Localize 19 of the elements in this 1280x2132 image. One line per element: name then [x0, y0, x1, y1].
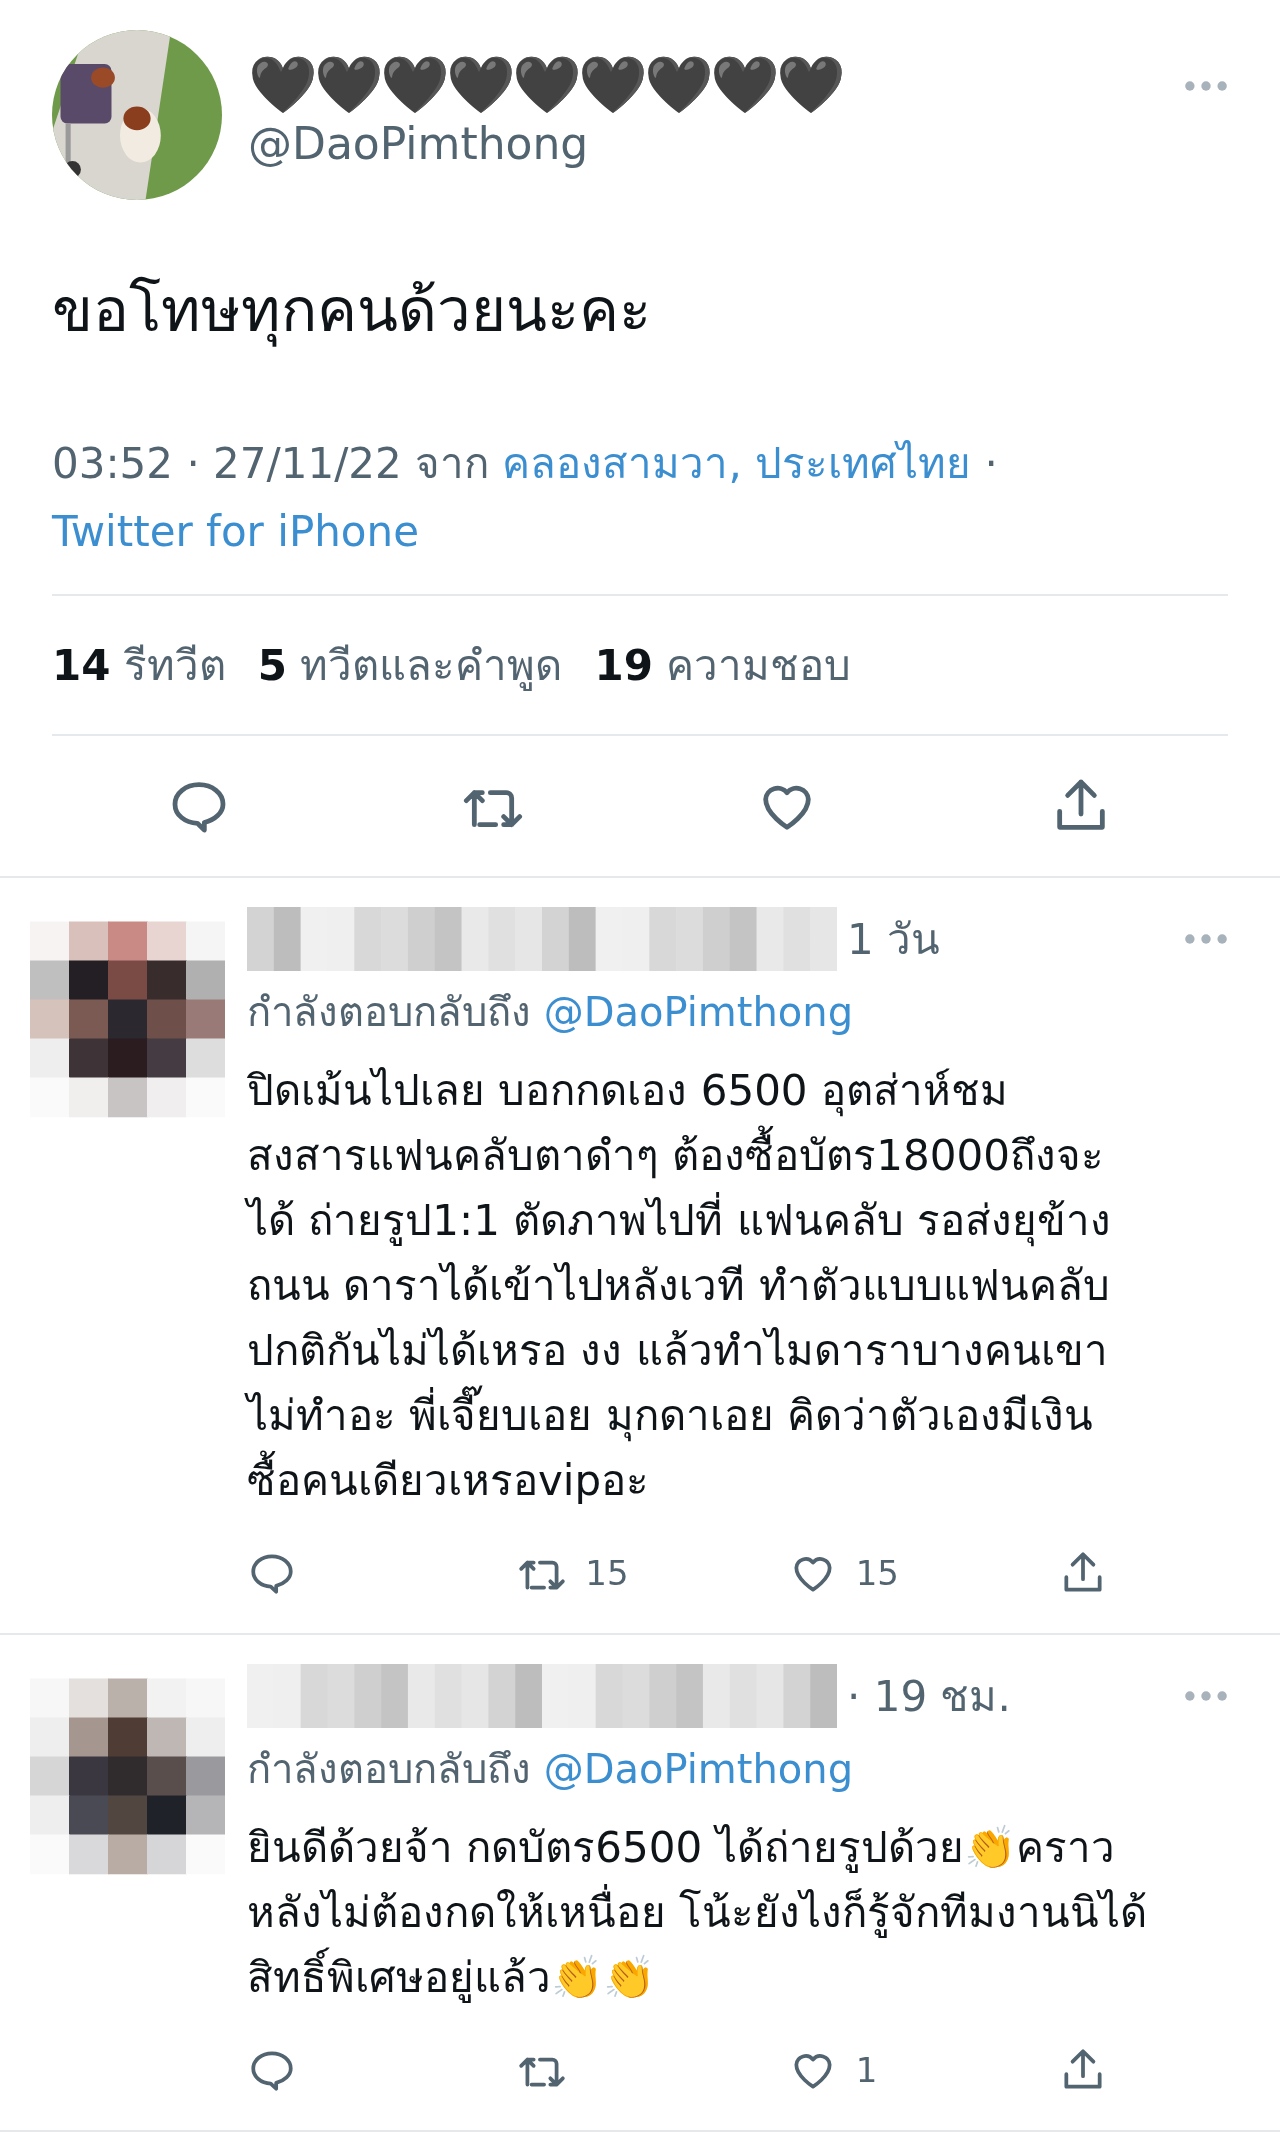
replying-to-text: กำลังตอบกลับถึง @DaoPimthong: [247, 988, 855, 1037]
reply-text: ยินดีด้วยจ้า กดบัตร6500 ได้ถ่ายรูปด้วย👏คราว หลังไม่ต้องกดให้เหนื่อย โน้ะยังไงก็รู้จักทีมงานนิได้ สิทธิ์พิเศษอยู่แล้ว👏👏: [247, 1822, 1149, 2005]
retweet-count: 15: [585, 1553, 629, 1593]
display-name: 🖤🖤🖤🖤🖤🖤🖤🖤🖤: [248, 52, 843, 118]
location-link[interactable]: คลองสามวา, ประเทศไทย: [502, 439, 972, 488]
tweet-text: ขอโทษทุกคนด้วยนะคะ: [52, 274, 652, 349]
replying-to-text: กำลังตอบกลับถึง @DaoPimthong: [247, 1745, 855, 1794]
stat-link[interactable]: 14 รีทวีต: [52, 632, 226, 698]
reply-time: 1 วัน: [847, 914, 942, 966]
reply-time: · 19 ชม.: [847, 1671, 1012, 1723]
mention-link[interactable]: @DaoPimthong: [543, 1746, 854, 1792]
stat-link[interactable]: 19 ความชอบ: [594, 632, 852, 698]
username: @DaoPimthong: [248, 118, 590, 169]
source-link[interactable]: Twitter for iPhone: [52, 507, 419, 556]
like-count: 1: [855, 2050, 878, 2090]
stat-link[interactable]: 5 ทวีตและคำพูด: [257, 632, 563, 698]
tweet-meta: 03:52 · 27/11/22 จาก คลองสามวา, ประเทศไทย · Twitter for iPhone: [52, 430, 1228, 596]
mention-link[interactable]: @DaoPimthong: [543, 989, 854, 1035]
like-count: 15: [855, 1553, 899, 1593]
